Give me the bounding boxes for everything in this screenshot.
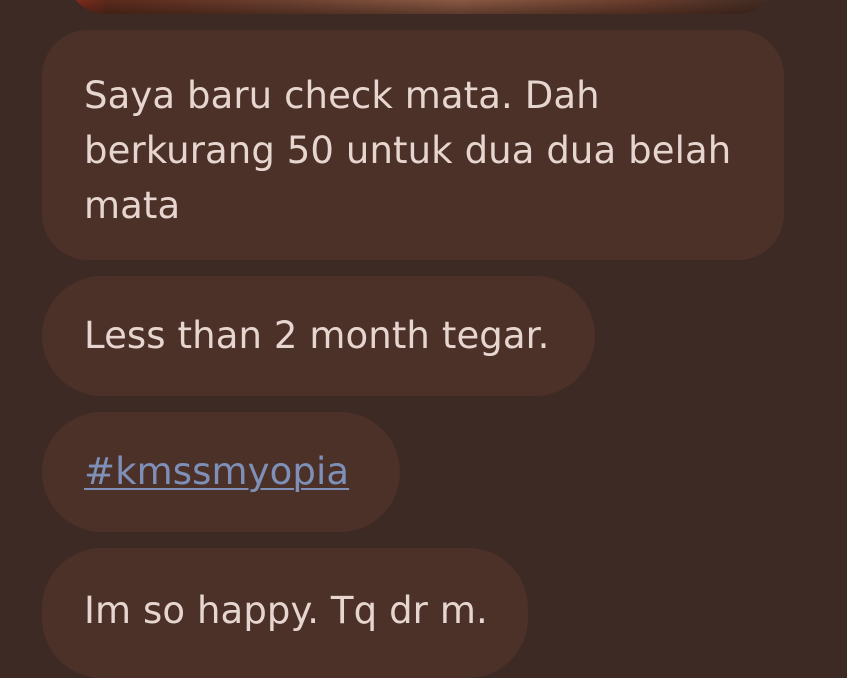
- message-text: Im so happy. Tq dr m.: [84, 589, 488, 632]
- message-bubble: Im so happy. Tq dr m.: [42, 548, 528, 678]
- hashtag-link[interactable]: #kmssmyopia: [84, 450, 349, 493]
- message-bubble: #kmssmyopia: [42, 412, 400, 532]
- message-bubble: Less than 2 month tegar.: [42, 276, 595, 396]
- attached-image-preview[interactable]: [66, 0, 778, 14]
- message-text-line: mata: [84, 184, 181, 227]
- message-bubble: Saya baru check mata. Dah berkurang 50 u…: [42, 30, 784, 260]
- message-text-line: Saya baru check mata. Dah: [84, 74, 600, 117]
- message-text-line: berkurang 50 untuk dua dua belah: [84, 129, 732, 172]
- message-text: Less than 2 month tegar.: [84, 314, 550, 357]
